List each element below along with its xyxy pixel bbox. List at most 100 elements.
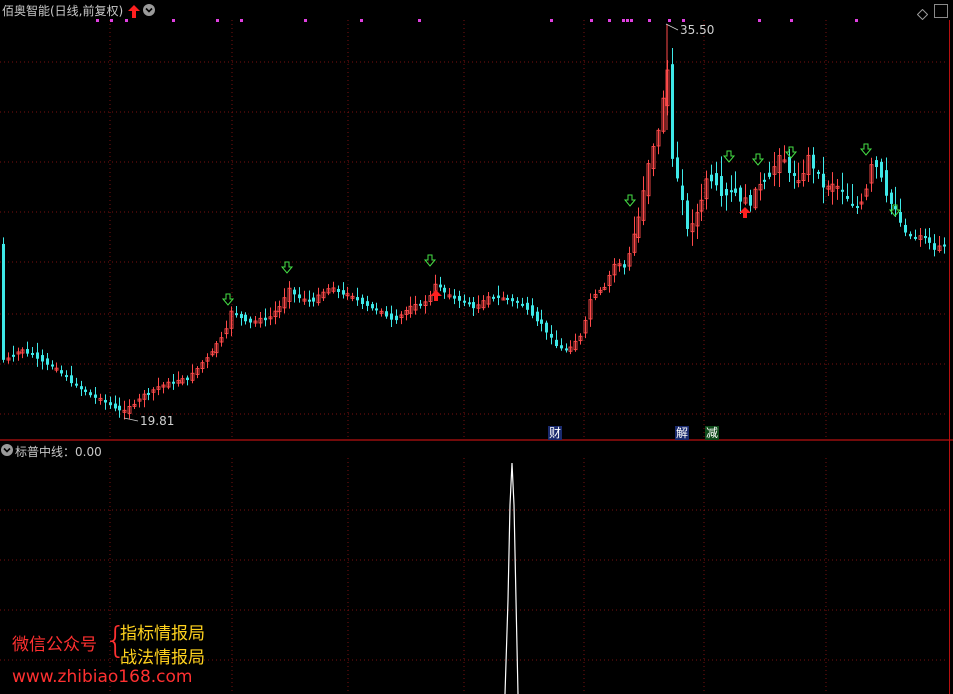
candle-body — [172, 381, 175, 384]
candle-body — [516, 300, 519, 303]
candle-body — [686, 200, 689, 229]
sell-arrow-icon — [221, 293, 235, 306]
candle-body — [933, 243, 936, 250]
candle-body — [909, 233, 912, 237]
candle-body — [928, 237, 931, 243]
signal-dot — [360, 19, 363, 22]
candle-body — [536, 311, 539, 322]
candle-body — [94, 394, 97, 398]
candle-body — [565, 348, 568, 351]
candle-body — [244, 314, 247, 322]
event-marker-unlock[interactable]: 解 — [675, 426, 690, 440]
watermark-line1: 指标情报局 — [120, 624, 205, 644]
candle-body — [730, 190, 733, 193]
candle-body — [739, 187, 742, 202]
signal-dot — [172, 19, 175, 22]
candle-body — [395, 315, 398, 321]
candle-body — [526, 302, 529, 310]
candle-body — [793, 173, 796, 176]
signal-dot — [622, 19, 625, 22]
candle-body — [492, 296, 495, 299]
candle-body — [186, 377, 189, 381]
candle-body — [104, 399, 107, 403]
candle-body — [822, 173, 825, 188]
candle-body — [443, 287, 446, 293]
signal-dot — [682, 19, 685, 22]
signal-dot — [125, 19, 128, 22]
watermark-wechat: 微信公众号 — [12, 635, 97, 655]
candle-body — [12, 354, 15, 357]
candle-body — [676, 157, 679, 179]
signal-dot — [648, 19, 651, 22]
sell-arrow-icon — [784, 146, 798, 159]
candle-body — [550, 333, 553, 338]
indicator-title: 标普中线：0.00 — [15, 443, 102, 460]
candle-body — [890, 192, 893, 204]
candle-body — [312, 297, 315, 302]
candle-body — [36, 352, 39, 359]
candle-body — [555, 339, 558, 347]
sell-arrow-icon — [280, 261, 294, 274]
signal-dot — [608, 19, 611, 22]
candle-body — [943, 244, 946, 247]
signal-dot — [590, 19, 593, 22]
candle-body — [720, 176, 723, 196]
event-marker-earnings[interactable]: 财 — [548, 426, 563, 440]
candle-body — [497, 295, 500, 298]
signal-dot — [790, 19, 793, 22]
candle-body — [623, 264, 626, 268]
candle-body — [458, 295, 461, 301]
event-marker-reduce[interactable]: 减 — [705, 426, 720, 440]
candle-body — [846, 196, 849, 199]
signal-dot — [550, 19, 553, 22]
candle-body — [235, 313, 238, 316]
candle-body — [681, 185, 684, 201]
candle-body — [80, 386, 83, 390]
signal-dot — [630, 19, 633, 22]
candle-body — [763, 179, 766, 182]
signal-dot — [96, 19, 99, 22]
red-up-arrow-icon[interactable] — [128, 3, 140, 18]
candle-body — [240, 314, 243, 319]
candle-body — [710, 174, 713, 182]
signal-dot — [216, 19, 219, 22]
candle-body — [924, 236, 927, 239]
candle-body — [715, 173, 718, 186]
candle-body — [390, 313, 393, 320]
candle-body — [734, 188, 737, 193]
candle-body — [875, 160, 878, 168]
candle-body — [2, 243, 5, 360]
candle-body — [817, 171, 820, 174]
candle-body — [31, 352, 34, 355]
candle-body — [249, 318, 252, 323]
candle-body — [118, 405, 121, 411]
chevron-down-icon[interactable] — [143, 4, 155, 16]
candle-body — [419, 303, 422, 306]
candle-body — [560, 345, 563, 349]
indicator-value: 0.00 — [75, 445, 102, 459]
candle-body — [463, 300, 466, 303]
candle-body — [46, 358, 49, 365]
sell-arrow-icon — [423, 254, 437, 267]
candle-body — [914, 236, 917, 239]
candle-body — [904, 224, 907, 233]
candle-body — [308, 299, 311, 302]
candle-body — [26, 349, 29, 354]
candle-body — [439, 284, 442, 288]
sell-arrow-icon — [722, 150, 736, 163]
candle-body — [899, 212, 902, 223]
watermark-url: www.zhibiao168.com — [12, 667, 193, 687]
indicator-menu-icon[interactable] — [1, 444, 13, 456]
candle-body — [366, 301, 369, 306]
signal-dot — [855, 19, 858, 22]
candle-body — [264, 317, 267, 321]
sell-arrow-icon — [859, 143, 873, 156]
candle-body — [298, 294, 301, 299]
candle-body — [60, 370, 63, 374]
signal-dot — [626, 19, 629, 22]
maximize-icon[interactable] — [934, 4, 948, 18]
candle-body — [453, 295, 456, 299]
diamond-icon[interactable] — [916, 5, 929, 21]
candle-body — [841, 189, 844, 192]
chart-window: 佰奥智能(日线,前复权) 35.50 19.81 财 解 减 标普中线：0.00… — [0, 0, 953, 694]
